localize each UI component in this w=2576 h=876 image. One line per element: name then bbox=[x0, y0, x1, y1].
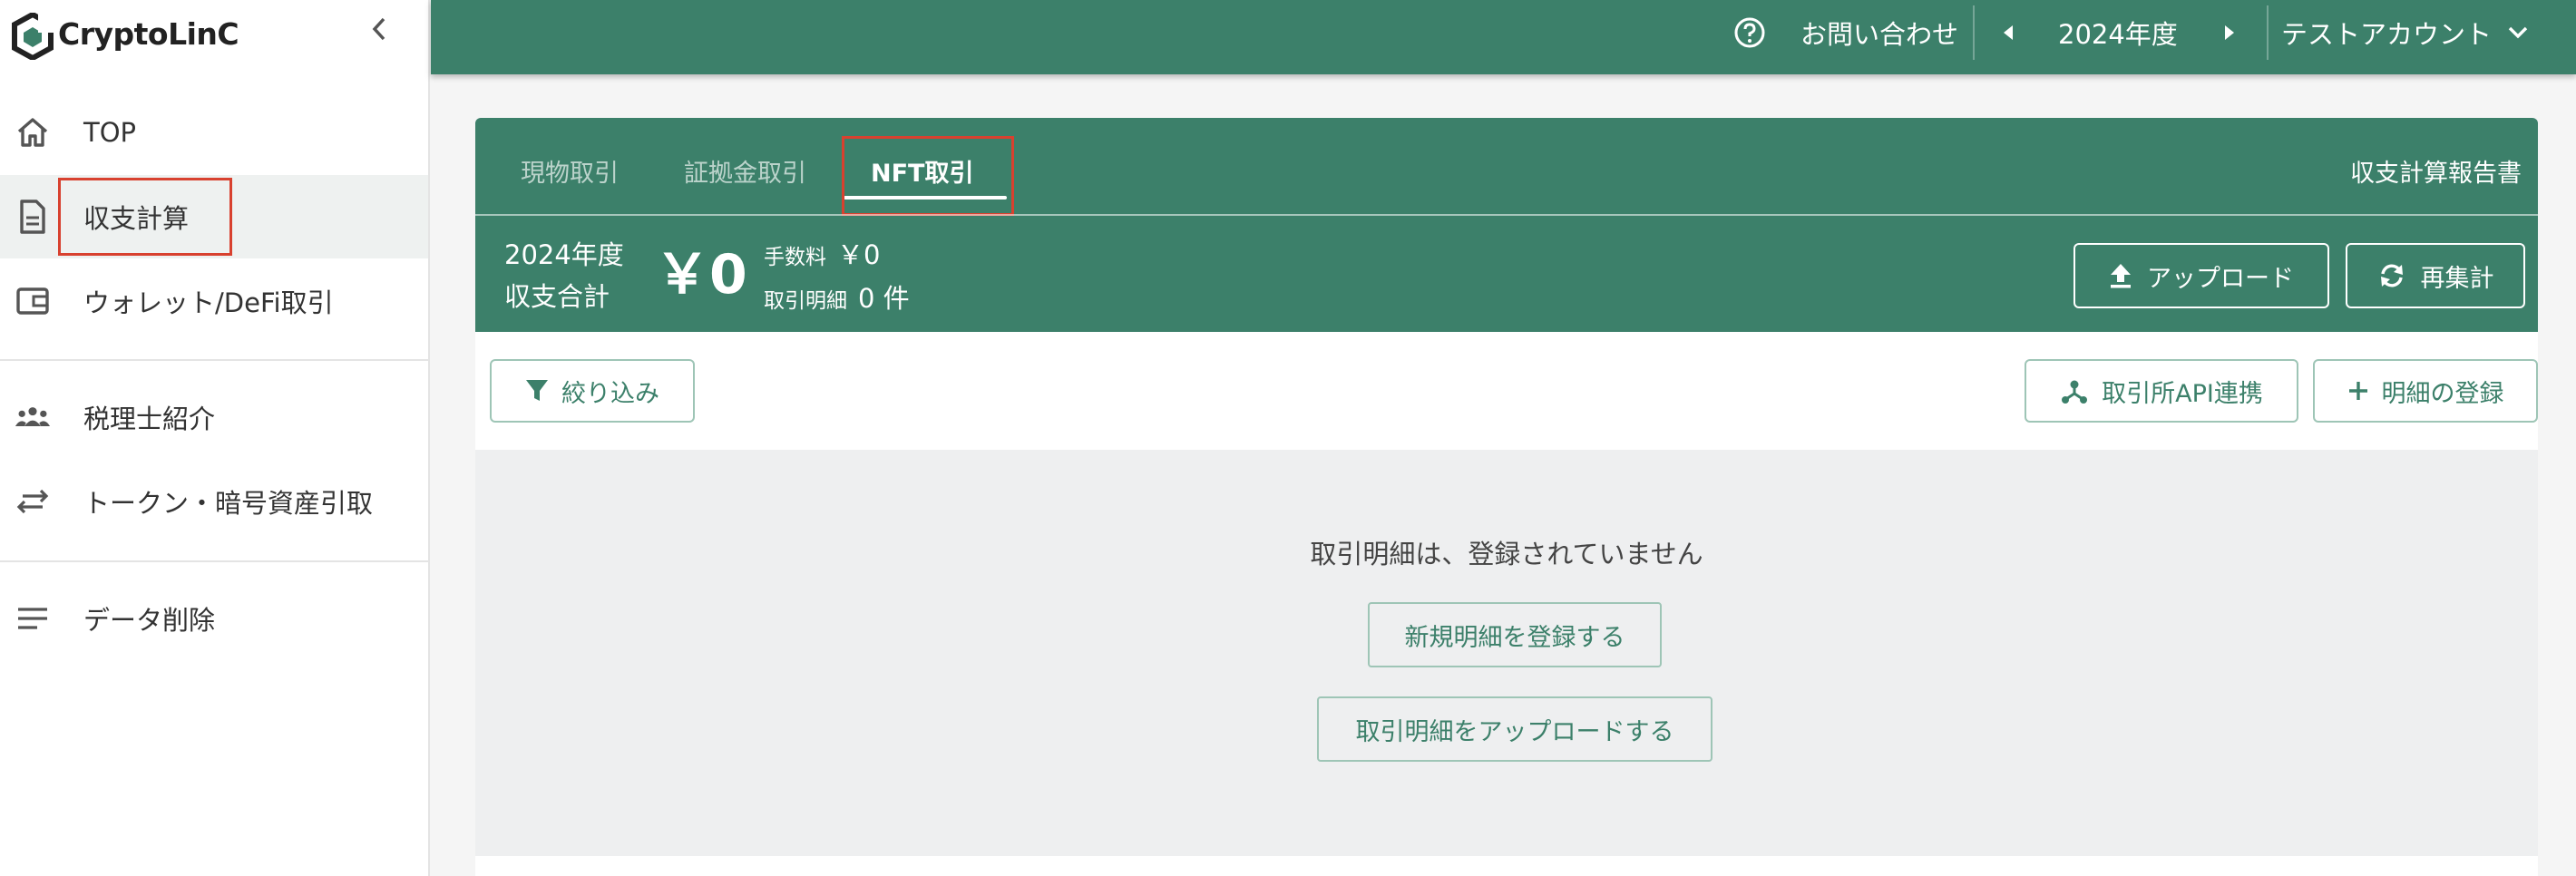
sidebar-collapse-button[interactable] bbox=[363, 13, 395, 45]
account-menu[interactable]: テストアカウント bbox=[2281, 0, 2528, 65]
wallet-icon bbox=[15, 284, 51, 318]
summary-year: 2024年度 bbox=[504, 239, 624, 270]
main-card: 現物取引 証拠金取引 NFT取引 収支計算報告書 2024年度 収支合計 ￥0 … bbox=[475, 118, 2538, 876]
count-value: 0 件 bbox=[858, 283, 910, 314]
plus-icon bbox=[2347, 380, 2369, 402]
prev-year-button[interactable] bbox=[2002, 0, 2029, 65]
chevron-left-icon bbox=[372, 17, 385, 41]
contact-link[interactable]: お問い合わせ bbox=[1800, 0, 1958, 65]
sidebar-item-tax-advisor[interactable]: 税理士紹介 bbox=[0, 375, 428, 459]
sidebar: CryptoLinC TOP 収支計算 ウォレット/DeFi取引 税理士紹介 ト… bbox=[0, 0, 430, 876]
logo-text: CryptoLinC bbox=[58, 16, 239, 52]
exchange-api-button[interactable]: 取引所API連携 bbox=[2025, 359, 2298, 423]
card-header: 現物取引 証拠金取引 NFT取引 収支計算報告書 2024年度 収支合計 ￥0 … bbox=[475, 118, 2538, 332]
filter-icon bbox=[525, 378, 549, 404]
recalc-button[interactable]: 再集計 bbox=[2346, 243, 2525, 308]
fee-label: 手数料 bbox=[764, 246, 826, 269]
sidebar-item-top[interactable]: TOP bbox=[0, 91, 428, 174]
top-bar: お問い合わせ 2024年度 テストアカウント bbox=[431, 0, 2576, 74]
logo[interactable]: CryptoLinC bbox=[11, 7, 419, 60]
sidebar-item-label: 税理士紹介 bbox=[83, 404, 216, 434]
tab-nft[interactable]: NFT取引 bbox=[871, 147, 973, 194]
count-label: 取引明細 bbox=[764, 289, 847, 313]
upload-icon bbox=[2109, 262, 2132, 289]
add-entry-label: 明細の登録 bbox=[2381, 379, 2504, 408]
filter-label: 絞り込み bbox=[561, 379, 659, 408]
report-link[interactable]: 収支計算報告書 bbox=[2350, 147, 2522, 194]
tab-margin[interactable]: 証拠金取引 bbox=[684, 147, 806, 194]
recalc-label: 再集計 bbox=[2420, 264, 2494, 293]
sidebar-item-balance[interactable]: 収支計算 bbox=[0, 175, 428, 258]
empty-state: 取引明細は、登録されていません 新規明細を登録する 取引明細をアップロードする bbox=[475, 450, 2538, 856]
active-tab-indicator bbox=[844, 196, 1007, 200]
fiscal-year-label: 2024年度 bbox=[2058, 19, 2178, 50]
document-icon bbox=[15, 200, 51, 234]
account-name: テストアカウント bbox=[2281, 19, 2493, 50]
chevron-down-icon bbox=[2508, 26, 2528, 39]
add-entry-button[interactable]: 明細の登録 bbox=[2313, 359, 2538, 423]
sidebar-item-label: TOP bbox=[83, 117, 137, 148]
help-icon bbox=[1734, 17, 1765, 48]
tab-spot[interactable]: 現物取引 bbox=[521, 147, 619, 194]
caret-left-icon bbox=[2004, 25, 2013, 40]
sidebar-divider bbox=[0, 560, 428, 562]
api-network-icon bbox=[2060, 376, 2089, 405]
header-divider bbox=[475, 214, 2538, 216]
topbar-separator bbox=[2267, 5, 2269, 60]
logo-mark-icon bbox=[12, 13, 54, 60]
sidebar-item-label: 収支計算 bbox=[83, 203, 190, 234]
caret-right-icon bbox=[2225, 25, 2234, 40]
people-icon bbox=[15, 400, 51, 434]
sidebar-item-data-delete[interactable]: データ削除 bbox=[0, 577, 428, 660]
upload-label: アップロード bbox=[2147, 264, 2294, 293]
swap-icon bbox=[15, 484, 51, 519]
sidebar-item-wallet[interactable]: ウォレット/DeFi取引 bbox=[0, 259, 428, 343]
upload-entries-button[interactable]: 取引明細をアップロードする bbox=[1317, 696, 1712, 762]
sidebar-item-label: データ削除 bbox=[83, 605, 216, 636]
sidebar-item-token-buyback[interactable]: トークン・暗号資産引取 bbox=[0, 460, 428, 543]
sidebar-divider bbox=[0, 359, 428, 361]
empty-message: 取引明細は、登録されていません bbox=[1310, 539, 1703, 569]
refresh-icon bbox=[2377, 262, 2406, 289]
topbar-separator bbox=[1973, 5, 1975, 60]
next-year-button[interactable] bbox=[2223, 0, 2250, 65]
fee-row: 手数料 ￥0 bbox=[764, 234, 880, 272]
help-button[interactable] bbox=[1733, 0, 1771, 65]
filter-button[interactable]: 絞り込み bbox=[490, 359, 695, 423]
summary-label: 2024年度 収支合計 bbox=[504, 234, 624, 317]
exchange-api-label: 取引所API連携 bbox=[2102, 379, 2263, 408]
upload-button[interactable]: アップロード bbox=[2073, 243, 2329, 308]
summary-total-label: 収支合計 bbox=[504, 281, 610, 312]
new-entry-button[interactable]: 新規明細を登録する bbox=[1368, 602, 1662, 667]
count-row: 取引明細 0 件 bbox=[764, 277, 910, 316]
list-icon bbox=[15, 601, 51, 636]
home-icon bbox=[15, 115, 51, 150]
sidebar-item-label: ウォレット/DeFi取引 bbox=[83, 287, 334, 318]
sidebar-item-label: トークン・暗号資産引取 bbox=[83, 488, 374, 519]
fee-value: ￥0 bbox=[837, 239, 881, 270]
summary-total-value: ￥0 bbox=[655, 243, 747, 307]
